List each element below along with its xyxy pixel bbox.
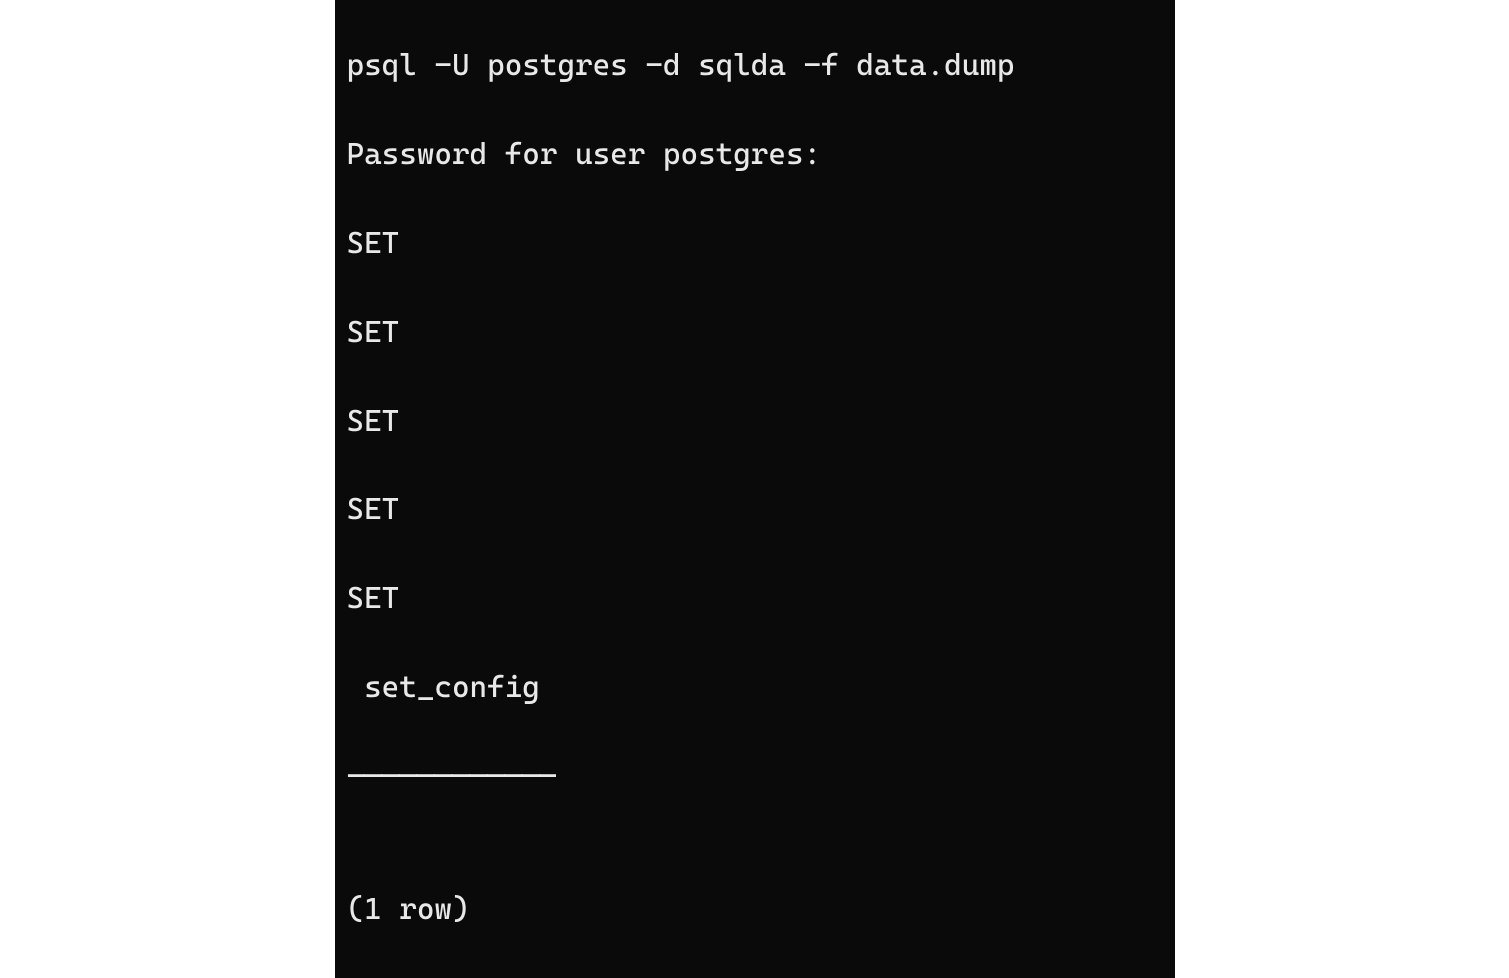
terminal-password-prompt: Password for user postgres: [347,133,1163,177]
terminal-command-line: psql -U postgres -d sqlda -f data.dump [347,44,1163,88]
terminal-output-line: SET [347,488,1163,532]
terminal-output-line: (1 row) [347,888,1163,932]
terminal-output-line: SET [347,577,1163,621]
terminal-output-line: SET [347,400,1163,444]
terminal-window[interactable]: psql -U postgres -d sqlda -f data.dump P… [335,0,1175,978]
terminal-output-line: set_config [347,666,1163,710]
terminal-output-line: ------------ [347,755,1163,799]
terminal-output-line: SET [347,222,1163,266]
terminal-output-line: SET [347,311,1163,355]
